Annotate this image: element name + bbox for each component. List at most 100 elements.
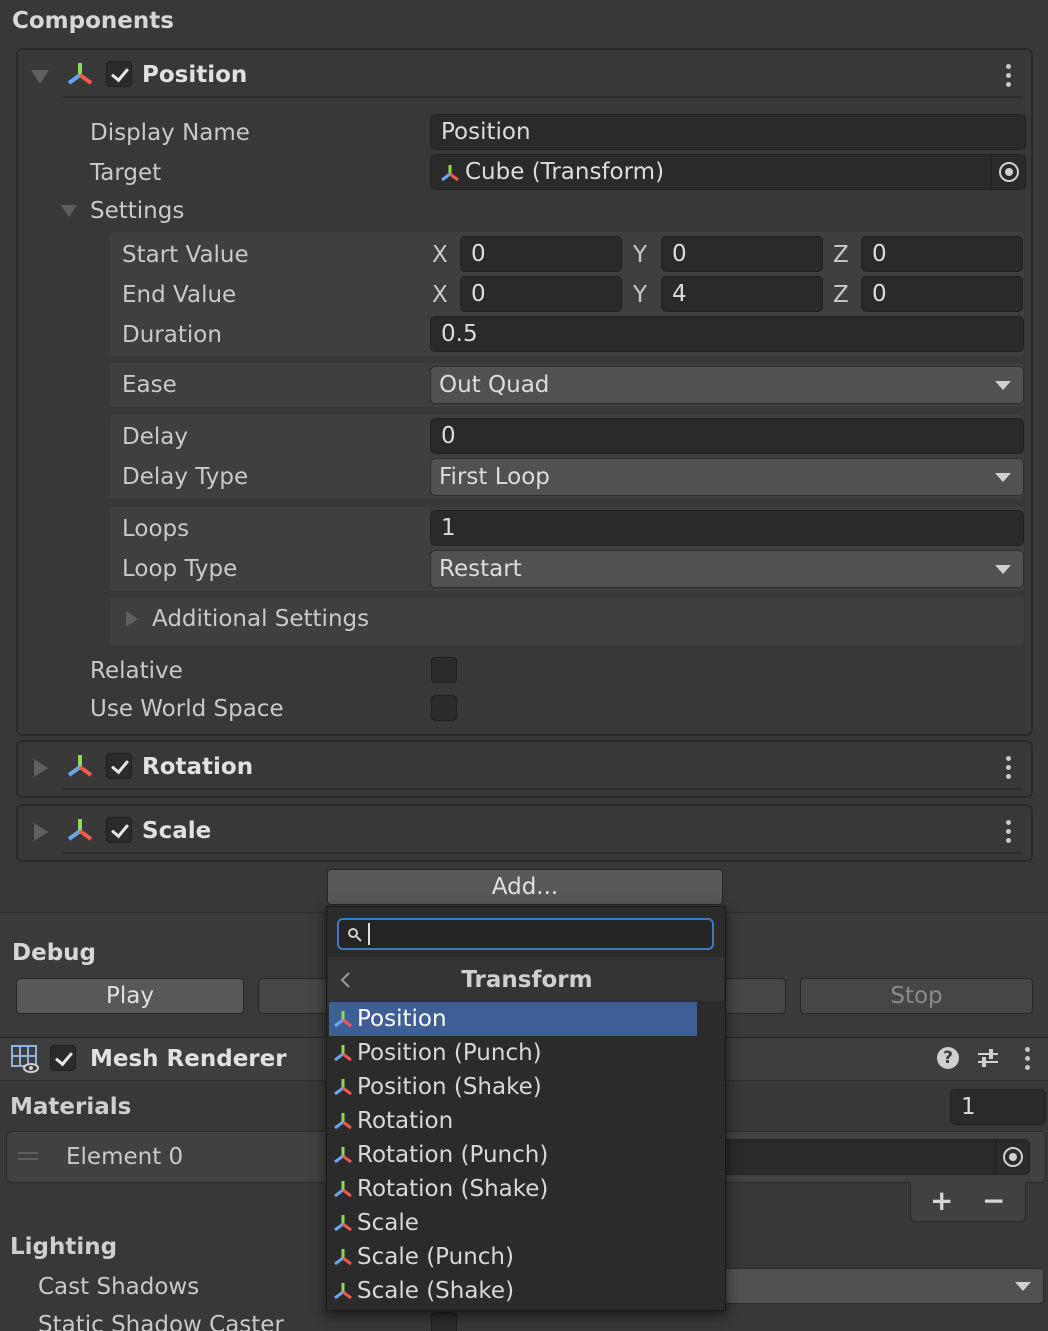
materials-label: Materials xyxy=(10,1094,132,1120)
kebab-menu-icon[interactable] xyxy=(1025,1047,1031,1073)
rotation-enabled-checkbox[interactable] xyxy=(106,753,132,779)
popup-item[interactable]: Scale (Punch) xyxy=(329,1240,697,1274)
scale-title: Scale xyxy=(142,818,212,844)
list-footer xyxy=(910,1182,1026,1222)
cast-shadows-dropdown[interactable] xyxy=(700,1268,1044,1304)
delay-field[interactable]: 0 xyxy=(430,418,1024,454)
preset-icon[interactable] xyxy=(976,1046,1000,1070)
display-name-field[interactable]: Position xyxy=(430,114,1026,150)
popup-item[interactable]: Position xyxy=(329,1002,697,1036)
start-x-field[interactable]: 0 xyxy=(460,236,622,272)
search-icon xyxy=(347,927,363,943)
loops-label: Loops xyxy=(122,516,190,542)
static-shadow-caster-checkbox[interactable] xyxy=(431,1312,457,1331)
start-z-field[interactable]: 0 xyxy=(861,236,1023,272)
mesh-renderer-icon xyxy=(10,1044,40,1074)
transform-icon xyxy=(333,1180,353,1198)
end-z-field[interactable]: 0 xyxy=(861,276,1023,312)
end-x-field[interactable]: 0 xyxy=(460,276,622,312)
rotation-title: Rotation xyxy=(142,754,254,780)
ease-dropdown[interactable]: Out Quad xyxy=(430,366,1024,404)
search-cursor xyxy=(368,923,370,945)
static-shadow-caster-label: Static Shadow Caster xyxy=(38,1312,284,1331)
collapse-arrow-icon[interactable] xyxy=(31,70,49,84)
start-y-label: Y xyxy=(633,242,648,268)
loops-field[interactable]: 1 xyxy=(430,510,1024,546)
position-title: Position xyxy=(142,62,248,88)
popup-item[interactable]: Scale (Shake) xyxy=(329,1274,697,1308)
popup-item-label: Rotation xyxy=(357,1108,454,1134)
play-button[interactable]: Play xyxy=(16,978,244,1014)
transform-icon xyxy=(333,1214,353,1232)
popup-item-label: Position (Shake) xyxy=(357,1074,542,1100)
search-field[interactable] xyxy=(337,918,714,950)
transform-icon xyxy=(333,1010,353,1028)
settings-collapse-arrow-icon[interactable] xyxy=(61,205,77,217)
popup-item-label: Scale (Shake) xyxy=(357,1278,515,1304)
delay-type-label: Delay Type xyxy=(122,464,249,490)
kebab-menu-icon[interactable] xyxy=(1006,820,1012,846)
drag-handle-icon[interactable] xyxy=(18,1152,38,1160)
transform-icon xyxy=(66,61,94,87)
expand-arrow-icon[interactable] xyxy=(126,611,138,627)
start-x-label: X xyxy=(432,242,448,268)
element-0-field[interactable] xyxy=(700,1139,1030,1175)
start-y-field[interactable]: 0 xyxy=(661,236,823,272)
delay-label: Delay xyxy=(122,424,188,450)
settings-foldout[interactable]: Settings xyxy=(90,198,184,224)
start-value-label: Start Value xyxy=(122,242,249,268)
transform-icon xyxy=(333,1112,353,1130)
add-component-button[interactable]: Add... xyxy=(327,869,723,905)
target-field[interactable]: Cube (Transform) xyxy=(430,154,1026,190)
header-divider xyxy=(62,96,1022,98)
stop-button[interactable]: Stop xyxy=(800,978,1033,1014)
help-icon[interactable]: ? xyxy=(937,1047,959,1069)
use-world-space-checkbox[interactable] xyxy=(431,695,457,721)
mesh-renderer-enabled-checkbox[interactable] xyxy=(50,1045,76,1071)
end-value-label: End Value xyxy=(122,282,237,308)
transform-icon xyxy=(333,1282,353,1300)
popup-item[interactable]: Position (Shake) xyxy=(329,1070,697,1104)
popup-item-label: Position xyxy=(357,1006,447,1032)
position-enabled-checkbox[interactable] xyxy=(106,61,132,87)
scale-enabled-checkbox[interactable] xyxy=(106,817,132,843)
object-picker-icon[interactable] xyxy=(995,1140,1029,1174)
end-y-field[interactable]: 4 xyxy=(661,276,823,312)
display-name-label: Display Name xyxy=(90,120,250,146)
popup-item[interactable]: Rotation (Punch) xyxy=(329,1138,697,1172)
end-y-label: Y xyxy=(633,282,648,308)
chevron-down-icon xyxy=(1015,1282,1031,1291)
popup-item[interactable]: Position (Punch) xyxy=(329,1036,697,1070)
add-element-button[interactable]: + xyxy=(930,1184,953,1217)
popup-item[interactable]: Rotation (Shake) xyxy=(329,1172,697,1206)
loop-type-dropdown[interactable]: Restart xyxy=(430,550,1024,588)
additional-settings-foldout[interactable]: Additional Settings xyxy=(152,606,369,632)
cast-shadows-label: Cast Shadows xyxy=(38,1274,200,1300)
mesh-renderer-title: Mesh Renderer xyxy=(90,1046,287,1072)
chevron-down-icon xyxy=(995,473,1011,482)
debug-title: Debug xyxy=(12,940,96,966)
transform-icon xyxy=(66,817,94,843)
expand-arrow-icon[interactable] xyxy=(34,759,48,777)
kebab-menu-icon[interactable] xyxy=(1006,64,1012,90)
remove-element-button[interactable]: − xyxy=(982,1184,1005,1217)
kebab-menu-icon[interactable] xyxy=(1006,756,1012,782)
transform-icon xyxy=(333,1044,353,1062)
object-picker-icon[interactable] xyxy=(991,155,1025,189)
loop-type-label: Loop Type xyxy=(122,556,238,582)
scale-divider xyxy=(62,852,1022,854)
popup-item-label: Rotation (Punch) xyxy=(357,1142,549,1168)
popup-item[interactable]: Rotation xyxy=(329,1104,697,1138)
duration-field[interactable]: 0.5 xyxy=(430,316,1024,352)
materials-count-field[interactable]: 1 xyxy=(950,1089,1046,1125)
chevron-down-icon xyxy=(995,381,1011,390)
delay-type-dropdown[interactable]: First Loop xyxy=(430,458,1024,496)
expand-arrow-icon[interactable] xyxy=(34,823,48,841)
element-0-label: Element 0 xyxy=(66,1144,184,1170)
transform-icon xyxy=(66,753,94,779)
popup-item[interactable]: Scale xyxy=(329,1206,697,1240)
target-label: Target xyxy=(90,160,162,186)
relative-checkbox[interactable] xyxy=(431,657,457,683)
relative-label: Relative xyxy=(90,658,183,684)
ease-label: Ease xyxy=(122,372,177,398)
